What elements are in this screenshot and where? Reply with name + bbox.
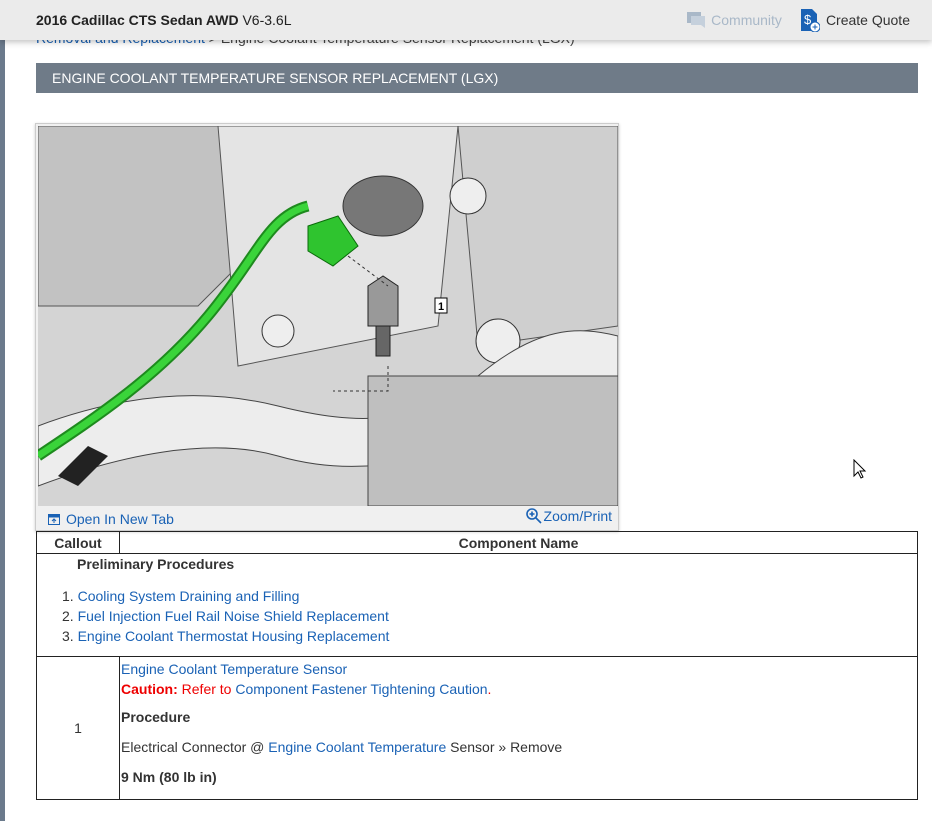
vehicle-title: 2016 Cadillac CTS Sedan AWD V6-3.6L bbox=[36, 12, 292, 28]
top-header: 2016 Cadillac CTS Sedan AWD V6-3.6L Comm… bbox=[0, 0, 932, 40]
list-item: 1. Cooling System Draining and Filling bbox=[62, 588, 300, 604]
new-tab-icon bbox=[48, 513, 60, 525]
step-link[interactable]: Engine Coolant Temperature bbox=[268, 739, 446, 755]
list-item: 3. Engine Coolant Thermostat Housing Rep… bbox=[62, 628, 390, 644]
callout-number: 1 bbox=[36, 656, 120, 800]
preliminary-procedures: Preliminary Procedures 1. Cooling System… bbox=[36, 553, 918, 657]
table-row: 1 Engine Coolant Temperature Sensor Caut… bbox=[36, 656, 918, 800]
header-callout: Callout bbox=[36, 531, 120, 554]
zoom-print-link[interactable]: Zoom/Print bbox=[525, 508, 612, 524]
torque-spec: 9 Nm (80 lb in) bbox=[121, 769, 217, 785]
mouse-cursor-icon bbox=[853, 459, 867, 479]
chat-icon bbox=[687, 12, 706, 28]
component-link[interactable]: Engine Coolant Temperature Sensor bbox=[121, 661, 347, 677]
figure: 1 Open In New Tab Zoom/Print bbox=[35, 123, 619, 531]
left-edge bbox=[0, 0, 5, 821]
engine-illustration[interactable]: 1 bbox=[38, 126, 618, 506]
open-in-new-tab-link[interactable]: Open In New Tab bbox=[48, 511, 174, 527]
header-component-name: Component Name bbox=[119, 531, 918, 554]
components-table: Callout Component Name Preliminary Proce… bbox=[36, 531, 918, 800]
page-title: ENGINE COOLANT TEMPERATURE SENSOR REPLAC… bbox=[36, 63, 918, 93]
create-quote-button[interactable]: $ Create Quote bbox=[800, 8, 910, 32]
procedure-step: Electrical Connector @ Engine Coolant Te… bbox=[121, 739, 563, 755]
procedure-title: Procedure bbox=[121, 709, 191, 725]
community-button[interactable]: Community bbox=[687, 12, 782, 28]
caution-link[interactable]: Component Fastener Tightening Caution bbox=[235, 681, 487, 697]
callout-label: 1 bbox=[438, 301, 444, 313]
list-item: 2. Fuel Injection Fuel Rail Noise Shield… bbox=[62, 608, 389, 624]
caution: Caution: Refer to Component Fastener Tig… bbox=[121, 681, 492, 697]
quote-icon: $ bbox=[800, 9, 820, 32]
zoom-in-icon bbox=[525, 508, 542, 524]
